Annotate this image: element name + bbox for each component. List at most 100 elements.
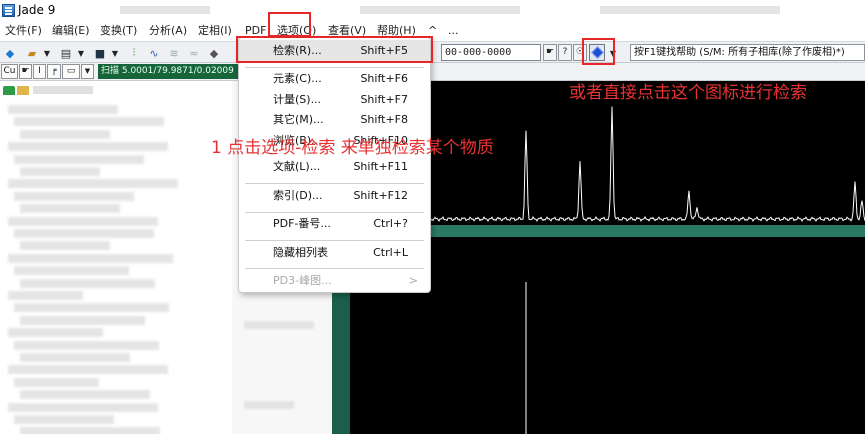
blurred-list-line [14,303,169,313]
menu-item-shortcut: Shift+F6 [360,72,408,85]
menu-item-label: 其它(M)... [273,113,324,126]
chevron-down-icon[interactable]: ▼ [110,45,120,61]
print-icon[interactable]: ▤ [58,45,74,61]
blurred-list-line [8,216,158,226]
menu-separator [245,183,424,184]
status-help-field: 按F1键找帮助 (S/M: 所有子相库(除了作废相)*) [630,44,865,61]
blurred-title-text [600,6,780,14]
menu-item-label: 计量(S)... [273,93,322,106]
blurred-list-line [14,154,144,164]
blurred-list-line [14,191,134,201]
blurred-list-line [14,117,164,127]
menu-item-label: 索引(D)... [273,189,323,202]
menu-edit[interactable]: 编辑(E) [52,20,90,41]
tree-root-row[interactable] [0,83,232,97]
menu-more[interactable]: ... [448,20,459,41]
blurred-list-line [8,253,173,263]
save-icon[interactable]: ■ [92,45,108,61]
blurred-list-line [14,229,154,238]
menu-item-label: 文献(L)... [273,160,321,173]
menu-item-label: 隐藏相列表 [273,246,328,259]
blurred-list-line [14,377,99,387]
folder-icon [3,85,15,95]
file-tree-panel [0,81,232,434]
nav-arrows-icon[interactable]: ◆ [3,45,17,61]
menu-item-elements[interactable]: 元素(C)... Shift+F6 [239,68,430,90]
blurred-list-line [20,390,150,400]
chevron-down-icon[interactable]: ▼ [81,64,94,79]
blurred-text [244,321,314,329]
marker-icon[interactable]: ◆ [206,45,222,61]
blurred-list-line [8,179,178,189]
menu-item-hide-phase-list[interactable]: 隐藏相列表 Ctrl+L [239,242,430,264]
menu-item-literature[interactable]: 文献(L)... Shift+F11 [239,156,430,178]
blurred-list-line [20,204,120,214]
pointer-tool-icon[interactable]: ☛ [19,64,32,79]
chevron-down-icon[interactable]: ▼ [76,45,86,61]
highlight-search-item [236,36,433,63]
menu-identify[interactable]: 定相(I) [198,20,232,41]
menu-item-other[interactable]: 其它(M)... Shift+F8 [239,109,430,131]
blurred-list-line [14,266,129,276]
blurred-list-line [8,105,118,114]
blurred-list-line [8,142,168,152]
blurred-list-line [20,278,155,288]
jade-app-icon [2,3,15,17]
blurred-text [244,401,294,409]
scan-range-label: 扫描 5.0001/79.9871/0.02009 [98,64,238,79]
submenu-arrow-icon: > [408,274,418,287]
menu-separator [245,240,424,241]
annotation-menu-search-note: 1 点击选项-检索 来单独检索某个物质 [211,138,494,158]
menu-item-shortcut: Shift+F12 [353,189,408,202]
window-tool-icon[interactable]: ▭ [62,64,80,79]
pdf-number-field[interactable]: 00-000-0000 [441,44,541,61]
menu-item-index[interactable]: 索引(D)... Shift+F12 [239,185,430,207]
open-folder-icon[interactable]: ▰ [24,45,40,61]
blurred-title-text [120,6,210,14]
highlight-search-icon [582,38,615,65]
blurred-text [33,86,93,94]
text-cursor-icon[interactable]: I [33,64,46,79]
blurred-list-line [8,328,103,338]
chevron-down-icon[interactable]: ▼ [42,45,52,61]
blurred-list-line [14,340,159,350]
menu-item-label: 元素(C)... [273,72,322,85]
folder-icon [17,85,29,95]
menu-item-pd3-peak-map[interactable]: PD3-峰图... > [239,270,430,292]
wave-pattern-icon[interactable]: ≈ [186,45,202,61]
smooth-pattern-icon[interactable]: ≋ [166,45,182,61]
menu-item-shortcut: Shift+F11 [353,160,408,173]
blurred-list-line [20,241,110,251]
menu-item-shortcut: Ctrl+L [373,246,408,259]
blurred-list-line [20,167,100,176]
element-select[interactable]: Cu [1,64,18,79]
highlight-options-menu [268,12,311,37]
menu-item-pdf-number[interactable]: PDF-番号... Ctrl+? [239,213,430,235]
menu-file[interactable]: 文件(F) [5,20,42,41]
menu-item-label: PD3-峰图... [273,274,332,287]
menu-item-shortcut: Shift+F7 [360,93,408,106]
blurred-list-line [20,427,160,434]
bar-pattern-icon[interactable]: ⫶ [126,45,142,61]
peak-pattern-icon[interactable]: ∿ [146,45,162,61]
blurred-list-line [8,365,168,375]
blurred-list-line [20,129,110,139]
menu-item-shortcut: Ctrl+? [373,217,408,230]
blurred-list-line [20,353,130,362]
menu-separator [245,268,424,269]
title-bar: Jade 9 [0,0,865,20]
blurred-title-text [360,6,520,14]
menu-item-shortcut: Shift+F8 [360,113,408,126]
blurred-list-line [14,415,114,424]
window-title: Jade 9 [18,3,56,17]
blurred-list-line [20,315,145,325]
help-question-button[interactable]: ? [558,44,572,61]
annotation-icon-search-note: 或者直接点击这个图标进行检索 [569,83,807,103]
menu-item-quantify[interactable]: 计量(S)... Shift+F7 [239,89,430,111]
blurred-list-line [8,402,158,412]
options-dropdown-menu: 检索(R)... Shift+F5 元素(C)... Shift+F6 计量(S… [238,37,431,293]
menu-analyze[interactable]: 分析(A) [149,20,187,41]
pointer-button[interactable]: ☛ [543,44,557,61]
menu-transform[interactable]: 变换(T) [100,20,137,41]
grid-tool-icon[interactable]: ╒ [47,64,61,79]
